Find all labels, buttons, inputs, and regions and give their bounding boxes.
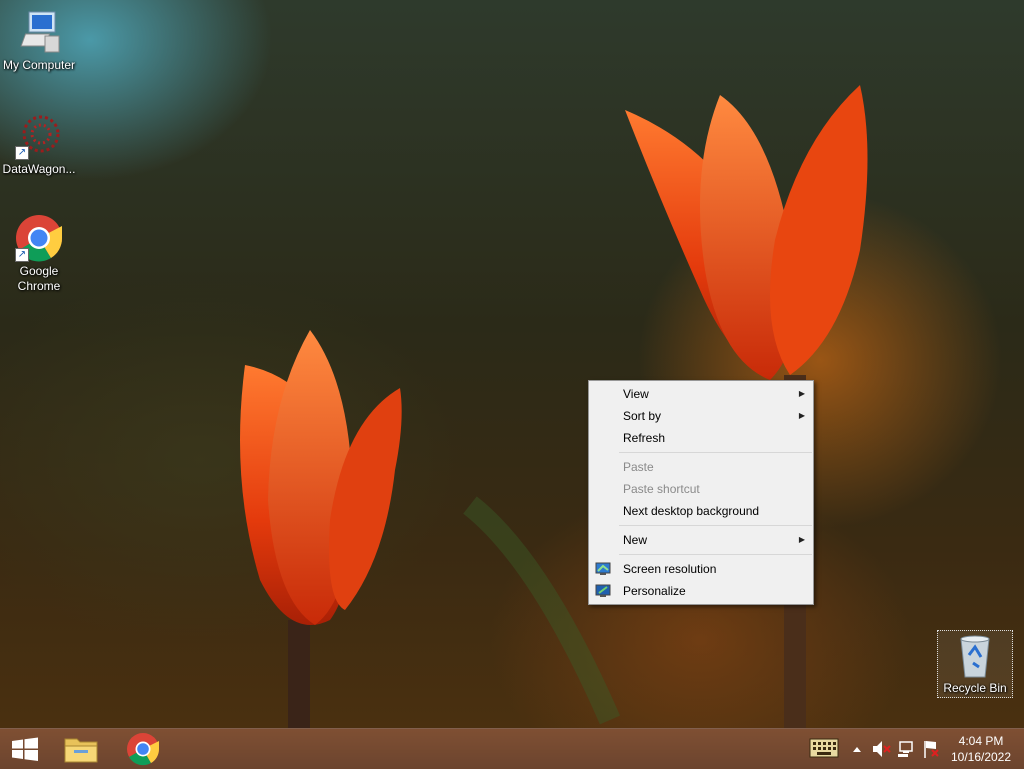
shortcut-arrow-icon: ↗	[15, 248, 29, 262]
action-center-flag-icon	[924, 741, 939, 758]
personalize-icon	[595, 584, 611, 597]
chrome-icon: ↗	[15, 214, 63, 262]
screen-resolution-icon	[595, 562, 611, 575]
desktop-icon-label: Recycle Bin	[943, 681, 1007, 695]
menu-separator	[619, 554, 812, 555]
start-button[interactable]	[0, 729, 50, 769]
menu-item-label: Personalize	[623, 584, 686, 598]
menu-item-label: Refresh	[623, 431, 666, 445]
menu-item-view[interactable]: View ▶	[589, 383, 813, 405]
action-center-button[interactable]	[920, 729, 942, 769]
desktop-context-menu: View ▶ Sort by ▶ Refresh Paste Paste sho…	[588, 380, 814, 605]
taskbar: 4:04 PM 10/16/2022	[0, 728, 1024, 769]
chrome-icon	[127, 733, 160, 766]
menu-item-label: View	[623, 387, 649, 401]
touch-keyboard-button[interactable]	[806, 729, 842, 769]
menu-separator	[619, 452, 812, 453]
menu-item-personalize[interactable]: Personalize	[589, 580, 813, 602]
windows-start-icon	[12, 737, 38, 761]
menu-item-label: Screen resolution	[623, 562, 717, 576]
network-icon	[898, 741, 913, 757]
menu-item-paste[interactable]: Paste	[589, 456, 813, 478]
computer-icon	[15, 8, 63, 56]
desktop-icon-label: My Computer	[2, 58, 76, 72]
submenu-arrow-icon: ▶	[798, 411, 805, 420]
file-explorer-taskbar-button[interactable]	[56, 729, 106, 769]
menu-item-label: Sort by	[623, 409, 662, 423]
menu-item-sort-by[interactable]: Sort by ▶	[589, 405, 813, 427]
show-hidden-icons-chevron	[853, 747, 861, 752]
chrome-taskbar-button[interactable]	[118, 729, 168, 769]
recycle-bin-icon	[955, 633, 995, 679]
file-explorer-icon	[64, 738, 98, 763]
menu-item-label: Next desktop background	[623, 504, 760, 518]
clock-date: 10/16/2022	[950, 750, 1012, 764]
menu-item-label: Paste	[623, 460, 654, 474]
wallpaper-tulips	[240, 85, 868, 728]
volume-button[interactable]	[870, 729, 892, 769]
menu-item-label: Paste shortcut	[623, 482, 700, 496]
menu-item-paste-shortcut[interactable]: Paste shortcut	[589, 478, 813, 500]
menu-item-next-desktop-background[interactable]: Next desktop background	[589, 500, 813, 522]
clock-time: 4:04 PM	[958, 734, 1004, 748]
show-hidden-icons-button[interactable]	[848, 729, 866, 769]
menu-item-screen-resolution[interactable]: Screen resolution	[589, 558, 813, 580]
datawagon-icon: ↗	[15, 112, 63, 160]
desktop-icon-datawagon[interactable]: ↗ DataWagon...	[0, 112, 78, 177]
desktop-icon-label: Google Chrome	[17, 264, 61, 293]
menu-item-new[interactable]: New ▶	[589, 529, 813, 551]
submenu-arrow-icon: ▶	[798, 535, 805, 544]
menu-separator	[619, 525, 812, 526]
keyboard-icon	[809, 738, 839, 758]
desktop-icon-my-computer[interactable]: My Computer	[0, 8, 78, 73]
shortcut-arrow-icon: ↗	[15, 146, 29, 160]
desktop-icon-google-chrome[interactable]: ↗ Google Chrome	[0, 214, 78, 294]
desktop-background[interactable]: My Computer ↗ DataWagon... ↗ Google Chro…	[0, 0, 1024, 728]
network-button[interactable]	[896, 729, 918, 769]
menu-item-label: New	[623, 533, 648, 547]
menu-item-refresh[interactable]: Refresh	[589, 427, 813, 449]
submenu-arrow-icon: ▶	[798, 389, 805, 398]
taskbar-clock[interactable]: 4:04 PM 10/16/2022	[942, 733, 1020, 765]
desktop-icon-label: DataWagon...	[2, 162, 76, 176]
desktop-icon-recycle-bin[interactable]: Recycle Bin	[937, 630, 1013, 698]
speaker-muted-icon	[873, 741, 891, 757]
